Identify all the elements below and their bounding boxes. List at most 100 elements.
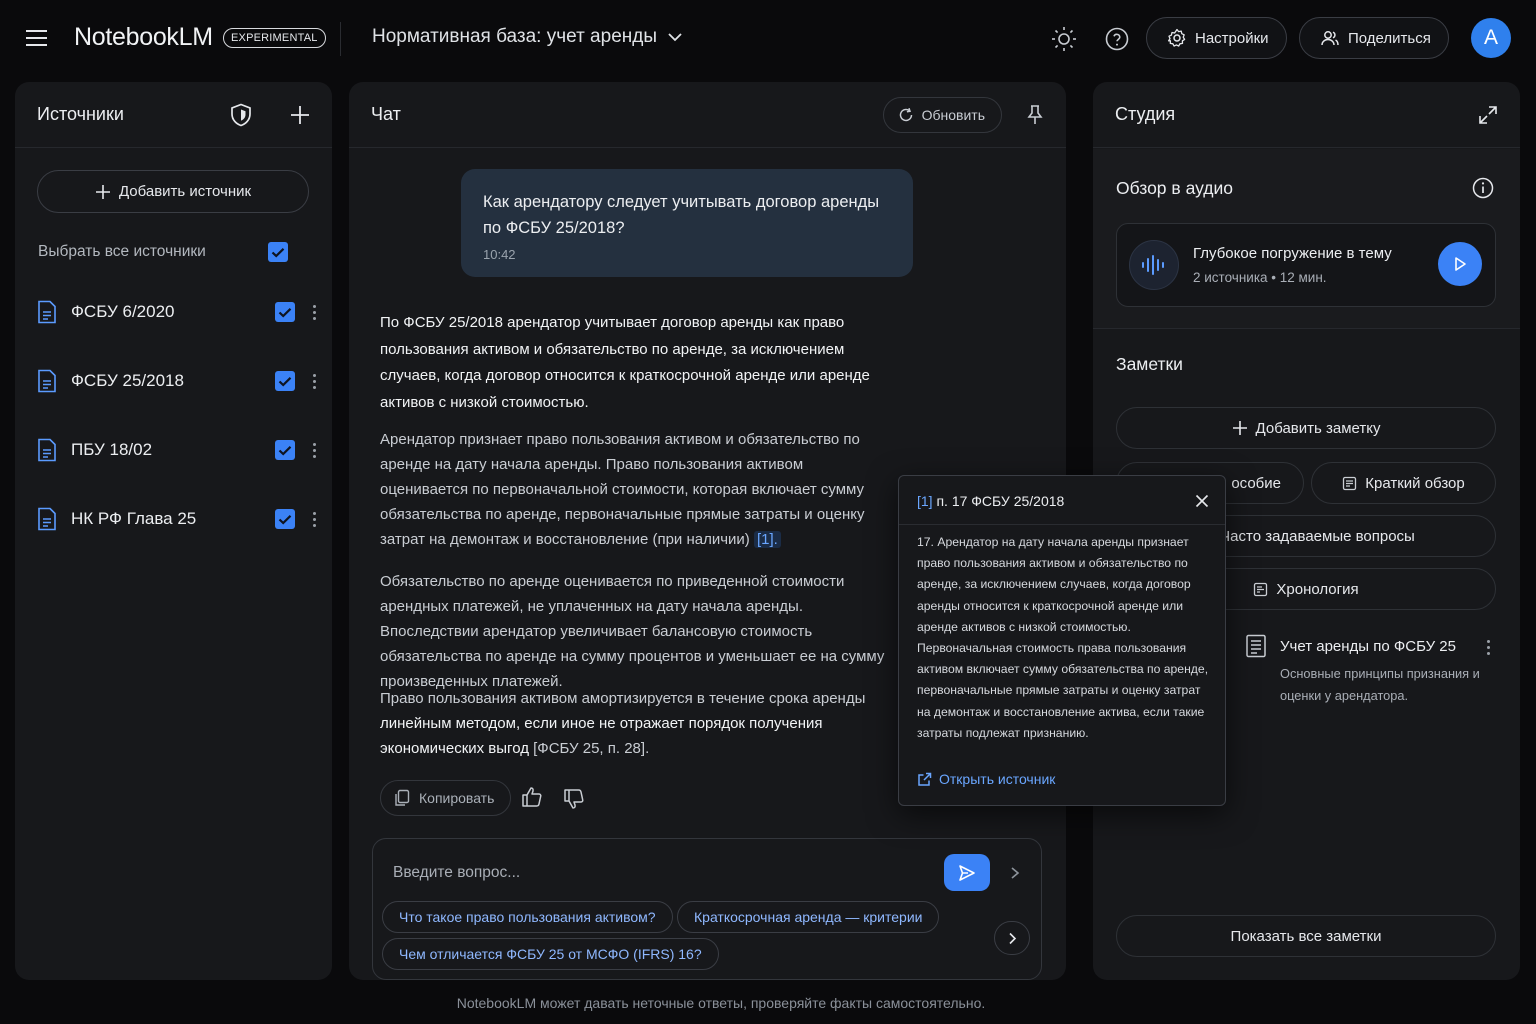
message-time: 10:42 <box>483 247 516 262</box>
note-title[interactable]: Учет аренды по ФСБУ 25 <box>1280 638 1456 655</box>
answer-text: Арендатор признает право пользования акт… <box>380 431 865 548</box>
brief-label: Краткий обзор <box>1365 474 1465 492</box>
chevron-down-icon <box>667 32 683 42</box>
citation-link[interactable]: [1]. <box>753 531 781 548</box>
disclaimer: NotebookLM может давать неточные ответы,… <box>456 995 986 1011</box>
add-source-label: Добавить источник <box>118 183 252 200</box>
waveform-icon <box>1129 240 1179 290</box>
send-icon <box>958 864 976 882</box>
expand-icon[interactable] <box>1478 105 1498 125</box>
gear-icon <box>1167 28 1187 48</box>
select-all-checkbox[interactable] <box>268 242 288 262</box>
send-button[interactable] <box>944 854 990 891</box>
answer-paragraph: По ФСБУ 25/2018 арендатор учитывает дого… <box>380 314 870 411</box>
note-more-vert-icon[interactable] <box>1481 640 1495 655</box>
info-icon[interactable] <box>1472 177 1494 199</box>
refresh-icon <box>898 107 914 123</box>
brief-button[interactable]: Краткий обзор <box>1311 462 1496 504</box>
audio-card-meta: 2 источника • 12 мин. <box>1193 270 1327 285</box>
user-message-bubble: Как арендатору следует учитывать договор… <box>461 169 913 277</box>
source-checkbox[interactable] <box>275 509 295 529</box>
external-link-icon <box>917 772 932 787</box>
user-message-text: Как арендатору следует учитывать договор… <box>483 193 880 237</box>
source-item[interactable]: ФСБУ 25/2018 <box>37 361 321 401</box>
suggestion-chip[interactable]: Чем отличается ФСБУ 25 от МСФО (IFRS) 16… <box>382 938 719 970</box>
plus-icon <box>1232 420 1248 436</box>
thumbs-down-icon[interactable] <box>563 788 585 810</box>
timeline-icon <box>1253 582 1268 597</box>
brief-icon <box>1342 476 1357 491</box>
avatar[interactable]: A <box>1471 18 1511 58</box>
open-source-link[interactable]: Открыть источник <box>917 771 1055 787</box>
audio-card[interactable]: Глубокое погружение в тему 2 источника •… <box>1116 223 1496 307</box>
share-label: Поделиться <box>1348 29 1431 47</box>
show-all-notes-button[interactable]: Показать все заметки <box>1116 915 1496 957</box>
experimental-badge: EXPERIMENTAL <box>223 28 326 48</box>
add-source-button[interactable]: Добавить источник <box>37 170 309 213</box>
note-description: Основные принципы признания и оценки у а… <box>1280 666 1480 703</box>
more-vert-icon[interactable] <box>307 442 321 458</box>
share-button[interactable]: Поделиться <box>1299 17 1449 59</box>
refresh-button[interactable]: Обновить <box>882 96 1002 133</box>
select-all-row: Выбрать все источники <box>38 242 288 262</box>
source-item[interactable]: ФСБУ 6/2020 <box>37 292 321 332</box>
timeline-label: Хронология <box>1276 580 1359 598</box>
document-icon <box>37 507 57 531</box>
suggestion-chip[interactable]: Краткосрочная аренда — критерии <box>677 901 940 933</box>
menu-icon[interactable] <box>26 29 48 47</box>
plus-icon <box>95 184 111 200</box>
shield-icon[interactable] <box>230 103 252 127</box>
source-item[interactable]: НК РФ Глава 25 <box>37 499 321 539</box>
source-checkbox[interactable] <box>275 440 295 460</box>
people-icon <box>1320 28 1340 48</box>
chat-input[interactable]: Введите вопрос... <box>393 864 520 882</box>
studio-title: Студия <box>1115 104 1176 124</box>
source-checkbox[interactable] <box>275 302 295 322</box>
add-note-label: Добавить заметку <box>1255 419 1381 437</box>
faq-label: Часто задаваемые вопросы <box>1220 527 1415 545</box>
pin-icon[interactable] <box>1026 104 1044 126</box>
settings-label: Настройки <box>1195 29 1269 47</box>
more-vert-icon[interactable] <box>307 373 321 389</box>
divider <box>340 22 341 56</box>
audio-overview-title: Обзор в аудио <box>1116 178 1233 198</box>
source-item[interactable]: ПБУ 18/02 <box>37 430 321 470</box>
add-source-plus-icon[interactable] <box>290 105 310 125</box>
settings-button[interactable]: Настройки <box>1146 17 1287 59</box>
document-icon <box>37 300 57 324</box>
notebook-title-dropdown[interactable]: Нормативная база: учет аренды <box>372 26 683 48</box>
more-suggestions-button[interactable] <box>994 921 1030 955</box>
citation-title: п. 17 ФСБУ 25/2018 <box>936 493 1065 509</box>
note-document-icon <box>1245 634 1267 658</box>
open-source-label: Открыть источник <box>939 771 1056 787</box>
answer-paragraph: Арендатор признает право пользования акт… <box>380 427 890 552</box>
more-vert-icon[interactable] <box>307 511 321 527</box>
suggestion-chip[interactable]: Что такое право пользования активом? <box>382 901 673 933</box>
citation-heading: [1] п. 17 ФСБУ 25/2018 <box>917 493 1064 509</box>
answer-text: Право пользования активом амортизируется… <box>380 690 866 707</box>
help-icon[interactable] <box>1105 27 1129 51</box>
refresh-label: Обновить <box>921 106 985 123</box>
add-note-button[interactable]: Добавить заметку <box>1116 407 1496 449</box>
answer-paragraph: Право пользования активом амортизируется… <box>380 686 890 761</box>
brand-logo[interactable]: NotebookLM <box>74 23 213 52</box>
inline-reference: [ФСБУ 25, п. 28]. <box>533 740 650 757</box>
show-all-notes-label: Показать все заметки <box>1230 927 1382 945</box>
thumbs-up-icon[interactable] <box>521 786 543 808</box>
source-checkbox[interactable] <box>275 371 295 391</box>
play-button[interactable] <box>1438 242 1482 286</box>
chevron-right-icon[interactable] <box>1010 866 1020 880</box>
chat-header: Чат Обновить <box>349 82 1066 148</box>
answer-paragraph: Обязательство по аренде оценивается по п… <box>380 573 885 690</box>
copy-icon <box>393 789 411 807</box>
divider <box>899 524 1225 525</box>
chevron-right-icon <box>1008 932 1017 945</box>
more-vert-icon[interactable] <box>307 304 321 320</box>
theme-toggle-sun-icon[interactable] <box>1051 26 1077 52</box>
document-icon <box>37 369 57 393</box>
copy-button[interactable]: Копировать <box>380 780 512 816</box>
source-name: ФСБУ 6/2020 <box>71 302 175 321</box>
close-icon[interactable] <box>1195 494 1209 508</box>
study-guide-label: особие <box>1231 474 1281 492</box>
top-bar: NotebookLM EXPERIMENTAL Нормативная база… <box>0 0 1536 78</box>
